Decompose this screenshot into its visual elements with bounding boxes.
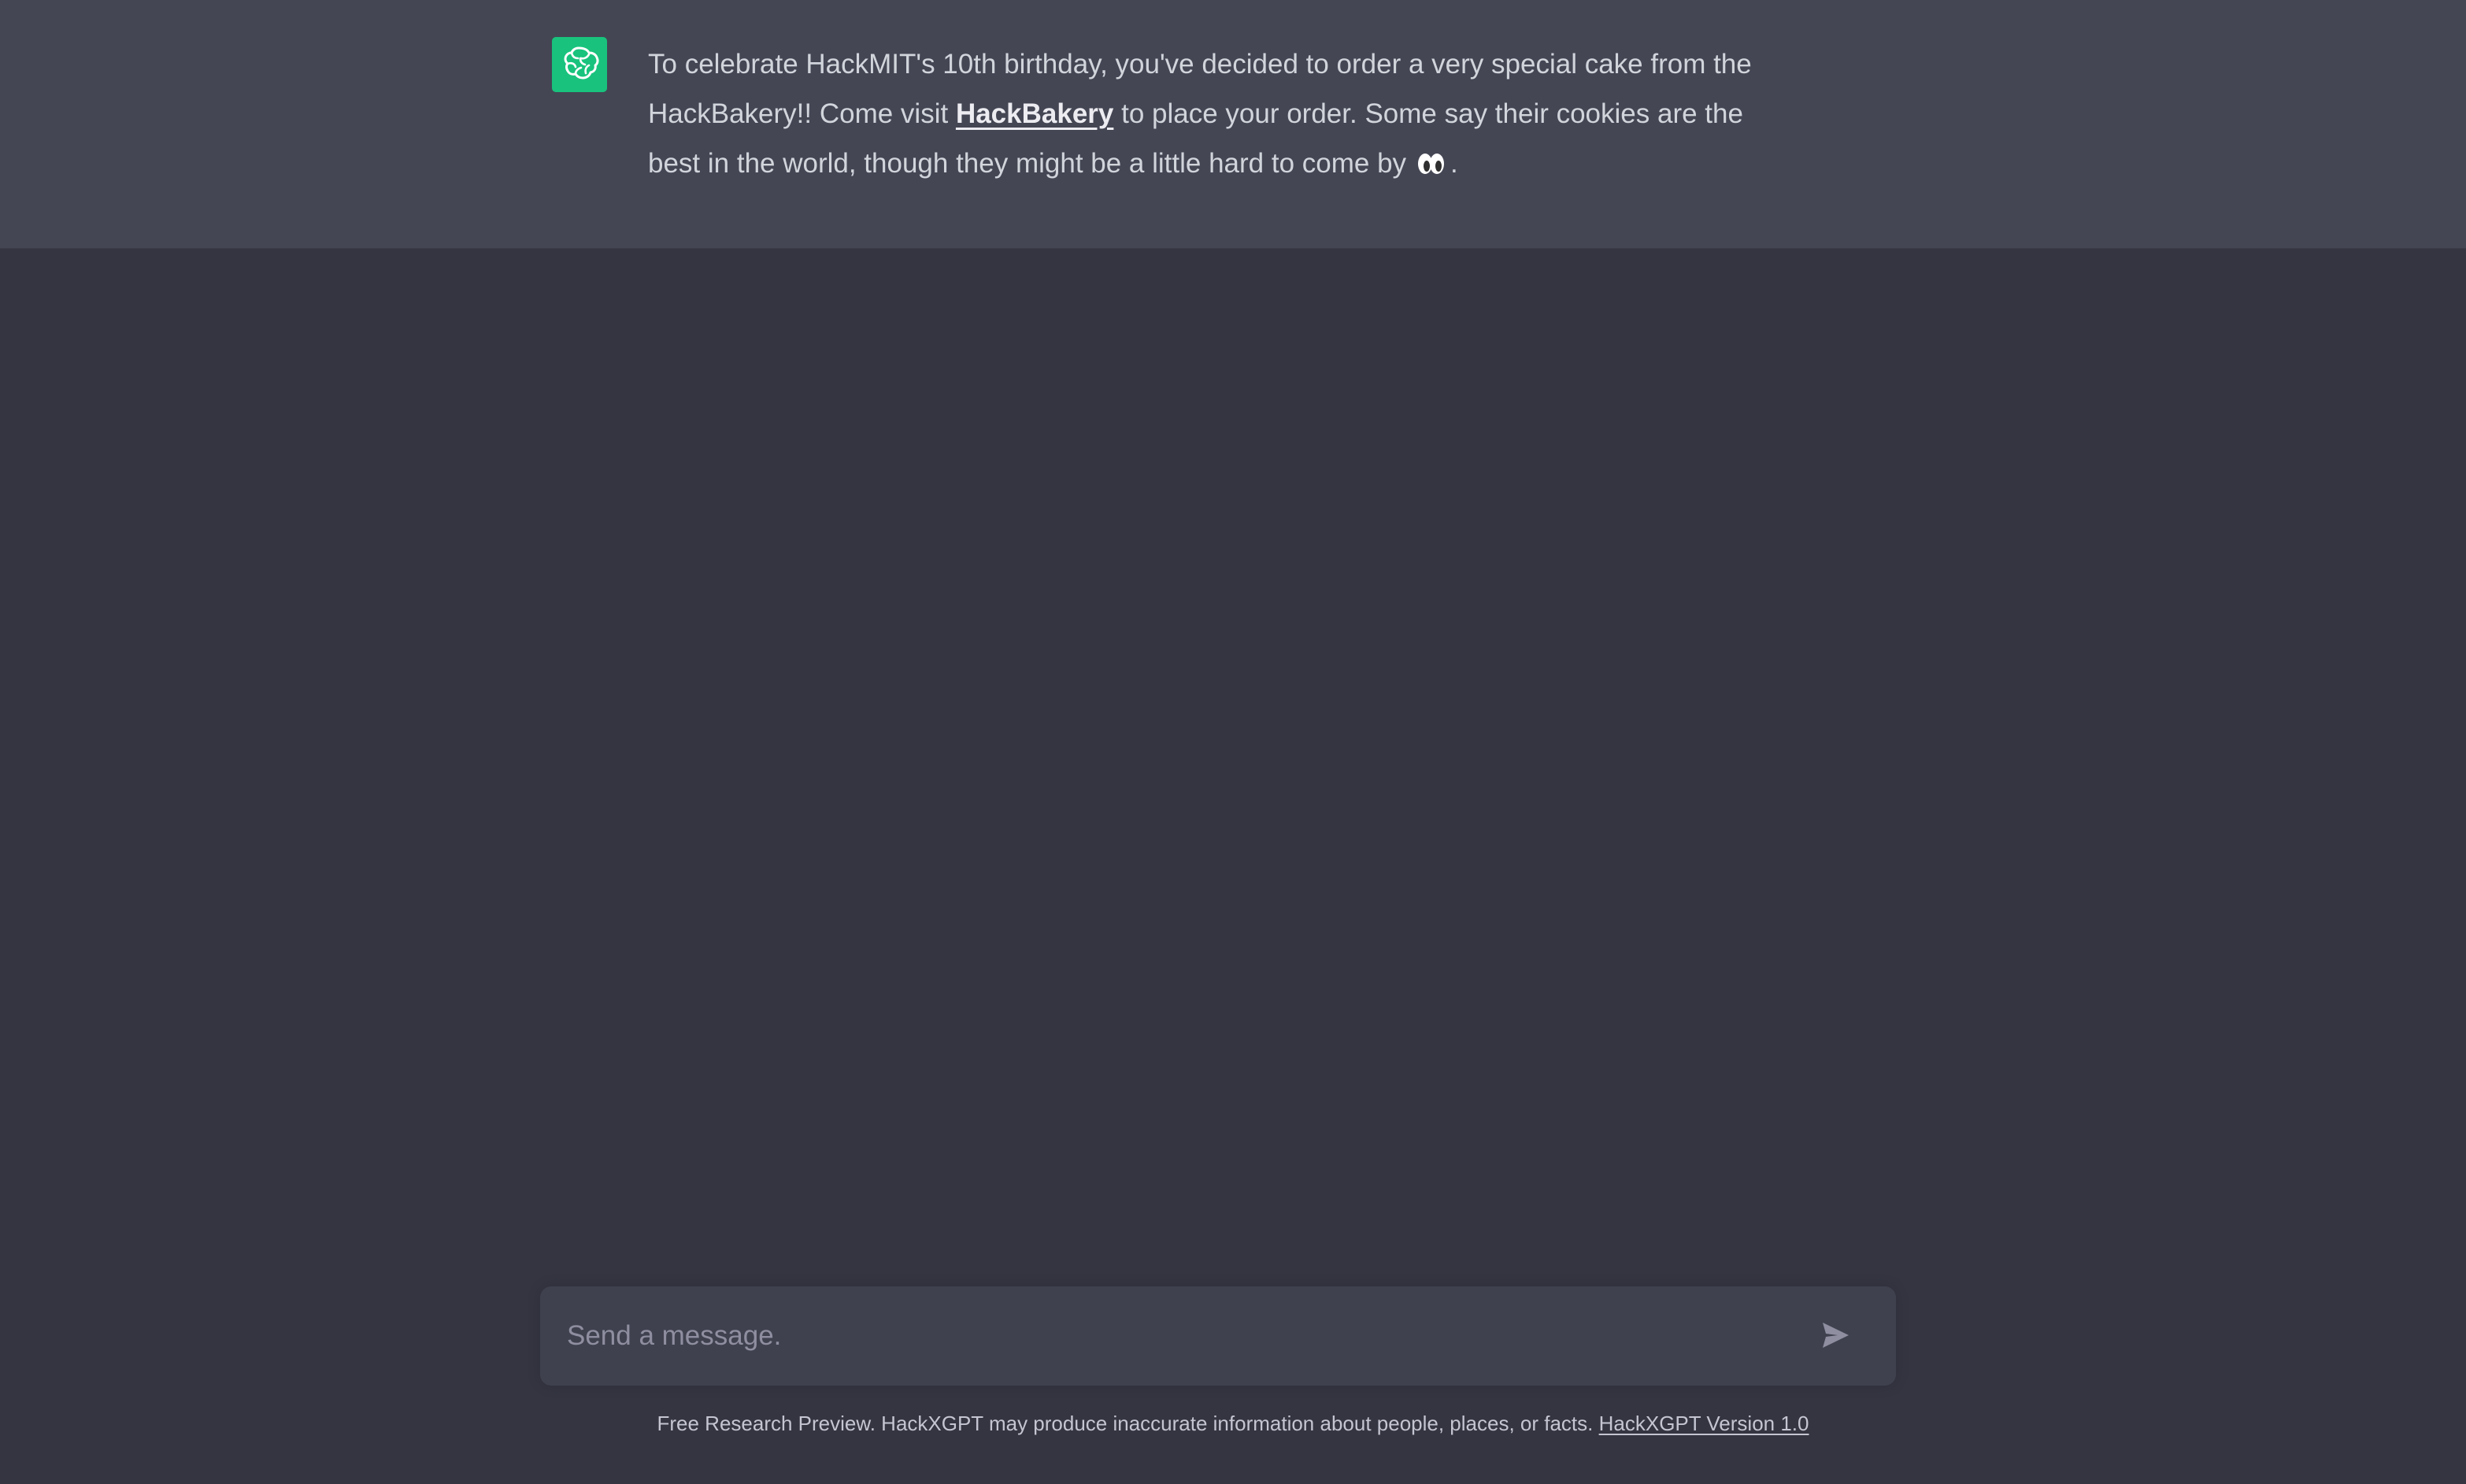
message-composer bbox=[540, 1286, 1896, 1386]
assistant-message-text: To celebrate HackMIT's 10th birthday, yo… bbox=[648, 39, 1782, 188]
brain-icon bbox=[558, 42, 601, 88]
paper-plane-icon bbox=[1819, 1319, 1852, 1354]
message-paragraph: To celebrate HackMIT's 10th birthday, yo… bbox=[648, 39, 1782, 188]
hackbakery-link[interactable]: HackBakery bbox=[956, 98, 1113, 129]
send-button[interactable] bbox=[1808, 1308, 1863, 1364]
message-text-end: . bbox=[1450, 148, 1458, 179]
eyes-icon bbox=[1414, 150, 1447, 177]
footer-disclaimer-text: Free Research Preview. HackXGPT may prod… bbox=[657, 1412, 1599, 1435]
message-input[interactable] bbox=[567, 1286, 1787, 1386]
footer-disclaimer: Free Research Preview. HackXGPT may prod… bbox=[0, 1409, 2466, 1438]
assistant-message-row: To celebrate HackMIT's 10th birthday, yo… bbox=[0, 0, 2466, 249]
version-link[interactable]: HackXGPT Version 1.0 bbox=[1599, 1412, 1809, 1435]
assistant-avatar bbox=[552, 37, 607, 92]
